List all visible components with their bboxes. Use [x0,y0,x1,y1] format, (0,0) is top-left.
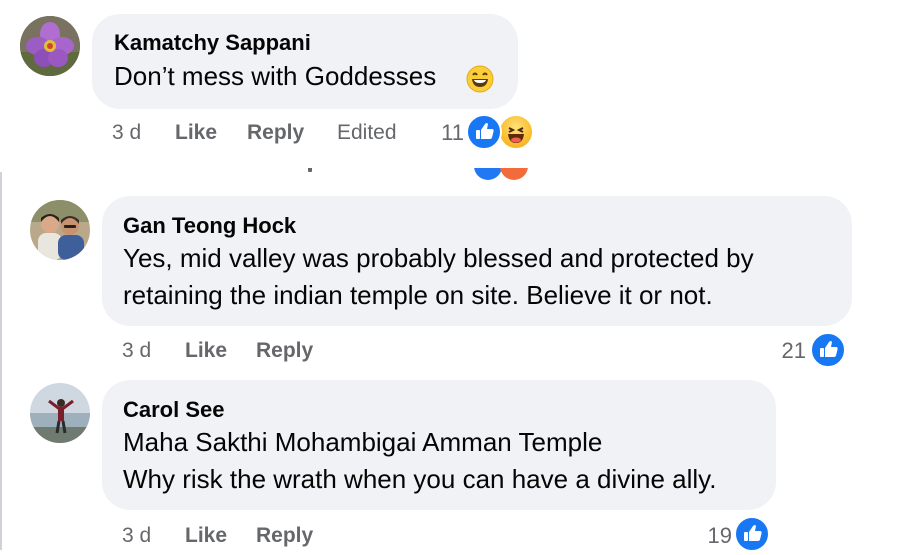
partial-text-fragment [308,168,312,172]
avatar[interactable] [30,200,90,260]
edited-label[interactable]: Edited [337,121,397,145]
reply-button[interactable]: Reply [256,339,313,363]
partial-haha-icon [500,168,528,180]
thread-line [0,172,2,550]
comment-text-line: Yes, mid valley was probably blessed and… [123,243,754,273]
comment-author[interactable]: Kamatchy Sappani [114,30,311,56]
like-icon[interactable] [734,516,770,552]
comment-time[interactable]: 3 d [122,524,151,548]
avatar[interactable] [30,383,90,443]
comment-text: Don’t mess with Goddesses [114,61,437,91]
like-button[interactable]: Like [185,339,227,363]
like-icon[interactable] [810,332,846,368]
comment-time[interactable]: 3 d [112,121,141,145]
reaction-count[interactable]: 19 [700,523,732,549]
comment-text-line: Maha Sakthi Mohambigai Amman Temple [123,427,603,457]
reaction-count[interactable]: 21 [774,338,806,364]
haha-icon[interactable] [498,114,534,150]
partial-like-icon [474,168,502,180]
purple-flower-avatar-icon [20,16,80,76]
comment-author[interactable]: Gan Teong Hock [123,213,296,239]
person-by-sea-avatar-icon [30,383,90,443]
comment-author[interactable]: Carol See [123,397,225,423]
comment-text-line: Why risk the wrath when you can have a d… [123,464,717,494]
reaction-count[interactable]: 11 [434,120,464,146]
reply-button[interactable]: Reply [247,121,304,145]
partial-reaction-row [300,168,540,180]
reply-button[interactable]: Reply [256,524,313,548]
avatar[interactable] [20,16,80,76]
comment-text-line: retaining the indian temple on site. Bel… [123,280,713,310]
couple-photo-avatar-icon [30,200,90,260]
comment-time[interactable]: 3 d [122,339,151,363]
like-icon[interactable] [466,114,502,150]
grinning-face-emoji-icon [466,65,494,93]
like-button[interactable]: Like [185,524,227,548]
like-button[interactable]: Like [175,121,217,145]
